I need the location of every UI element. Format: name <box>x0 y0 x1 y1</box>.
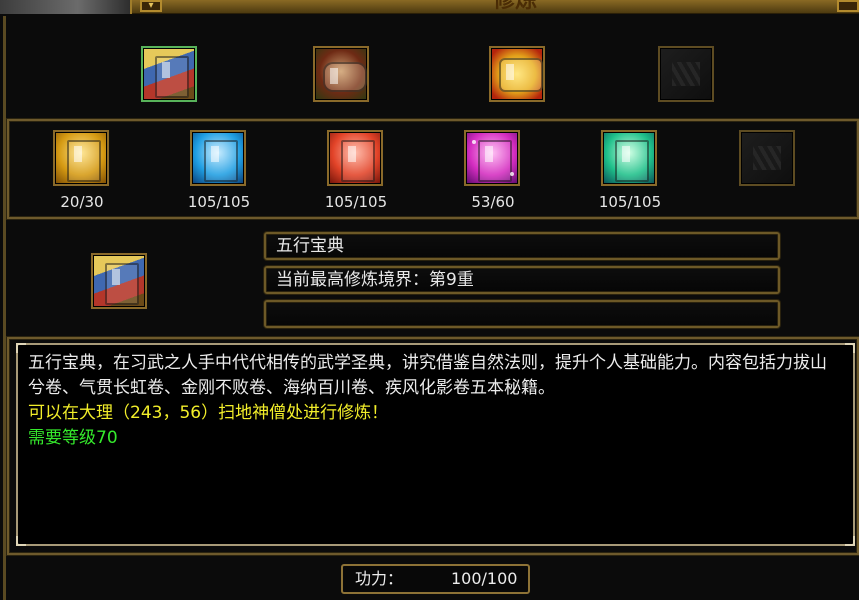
training-location: 可以在大理（243，56）扫地神僧处进行修炼！ <box>28 403 389 423</box>
sparkle-icon <box>472 140 476 144</box>
selected-skill-icon <box>91 253 147 309</box>
menu-button[interactable]: ▾ <box>140 0 162 12</box>
red-book-icon <box>341 140 375 182</box>
wuxing-book-icon <box>105 263 139 305</box>
book-slot-empty[interactable] <box>739 130 795 186</box>
realm-field: 当前最高修炼境界：第9重 <box>264 266 780 294</box>
power-display: 功力： 100/100 <box>341 564 530 594</box>
book-count: 105/105 <box>187 193 251 211</box>
book-slot-purple[interactable] <box>464 130 520 186</box>
corner-ornament <box>16 536 26 546</box>
golden-treasure-icon <box>499 58 543 92</box>
description-text: 五行宝典，在习武之人手中代代相传的武学圣典，讲究借鉴自然法则，提升个人基础能力。… <box>28 353 827 398</box>
description-box: 五行宝典，在习武之人手中代代相传的武学圣典，讲究借鉴自然法则，提升个人基础能力。… <box>16 343 855 546</box>
left-border <box>3 16 6 600</box>
scroll-bundle-icon <box>323 62 367 92</box>
close-button[interactable] <box>837 0 859 12</box>
level-requirement: 需要等级70 <box>28 428 118 448</box>
category-slot-scrolls[interactable] <box>313 46 369 102</box>
blue-book-icon <box>204 140 238 182</box>
book-count: 105/105 <box>598 193 662 211</box>
corner-ornament <box>845 343 855 353</box>
book-slot-red[interactable] <box>327 130 383 186</box>
window-title: 修炼 <box>492 0 537 13</box>
book-slot-blue[interactable] <box>190 130 246 186</box>
book-count: 105/105 <box>324 193 388 211</box>
avatar-frame <box>0 0 132 14</box>
power-value: 100/100 <box>451 569 518 588</box>
wuxing-book-icon <box>155 56 189 98</box>
purple-book-icon <box>478 140 512 182</box>
corner-ornament <box>845 536 855 546</box>
gold-book-icon <box>67 140 101 182</box>
category-slot-treasure[interactable] <box>489 46 545 102</box>
book-count: 53/60 <box>471 193 515 211</box>
extra-info-field <box>264 300 780 328</box>
book-slot-gold[interactable] <box>53 130 109 186</box>
book-count: 20/30 <box>60 193 104 211</box>
sparkle-icon <box>510 172 514 176</box>
books-panel <box>7 119 859 219</box>
green-book-icon <box>615 140 649 182</box>
power-label: 功力： <box>355 569 404 588</box>
category-slot-wuxing[interactable] <box>141 46 197 102</box>
category-slot-empty[interactable] <box>658 46 714 102</box>
skill-name-field: 五行宝典 <box>264 232 780 260</box>
book-slot-green[interactable] <box>601 130 657 186</box>
corner-ornament <box>16 343 26 353</box>
